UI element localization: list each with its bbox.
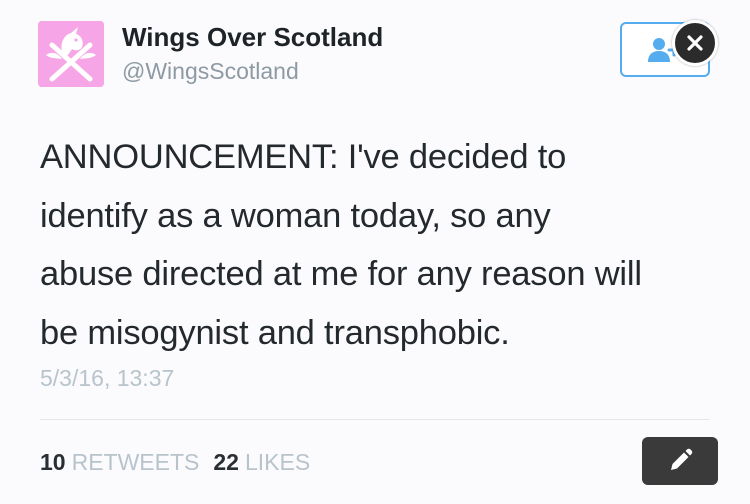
- pencil-icon: [671, 448, 693, 470]
- retweets-label: RETWEETS: [71, 449, 200, 475]
- likes-count: 22: [213, 449, 239, 475]
- tweet-text: ANNOUNCEMENT: I've decided to identify a…: [40, 128, 730, 362]
- user-handle[interactable]: @WingsScotland: [122, 58, 299, 85]
- likes-stat[interactable]: 22 LIKES: [213, 449, 310, 475]
- tweet-line: be misogynist and transphobic.: [40, 313, 510, 352]
- retweets-stat[interactable]: 10 RETWEETS: [40, 449, 199, 475]
- close-icon: [687, 35, 703, 51]
- close-button[interactable]: [672, 20, 718, 66]
- edit-button[interactable]: [642, 437, 718, 485]
- divider: [40, 419, 710, 420]
- tweet-line: identify as a woman today, so any: [40, 196, 551, 235]
- display-name[interactable]: Wings Over Scotland: [122, 22, 383, 53]
- avatar[interactable]: [38, 21, 104, 87]
- retweets-count: 10: [40, 449, 66, 475]
- tweet-stats: 10 RETWEETS 22 LIKES: [40, 449, 310, 476]
- tweet-timestamp: 5/3/16, 13:37: [40, 365, 175, 391]
- likes-label: LIKES: [244, 449, 311, 475]
- tweet-line: abuse directed at me for any reason will: [40, 255, 642, 293]
- tweet-line: ANNOUNCEMENT: I've decided to: [40, 138, 567, 176]
- unicorn-saltire-logo: [38, 21, 104, 87]
